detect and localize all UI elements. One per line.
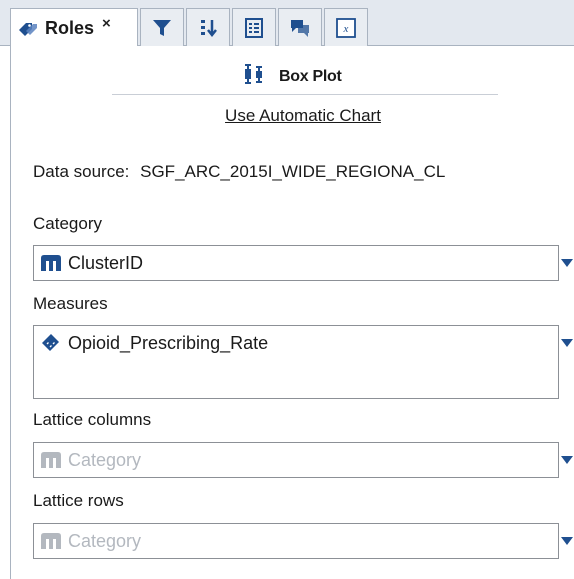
measure-data-item-icon xyxy=(40,333,62,358)
comments-icon xyxy=(289,17,311,39)
properties-icon xyxy=(244,17,264,39)
tab-ranks[interactable] xyxy=(186,8,230,46)
formula-icon: x xyxy=(335,17,357,39)
lattice-rows-placeholder: Category xyxy=(68,531,142,551)
category-dropdown-arrow[interactable] xyxy=(561,258,573,268)
divider xyxy=(112,94,498,95)
category-value: ClusterID xyxy=(68,253,144,273)
lattice-rows-label: Lattice rows xyxy=(33,491,124,510)
lattice-columns-drop-zone[interactable]: Category xyxy=(33,442,559,478)
filter-icon xyxy=(151,17,173,39)
measures-label: Measures xyxy=(33,294,108,313)
category-placeholder-icon xyxy=(40,450,62,474)
tab-bar: Roles × x xyxy=(0,0,574,47)
chart-type-header: Box Plot xyxy=(243,64,342,89)
chart-type-label: Box Plot xyxy=(279,67,342,85)
rank-icon xyxy=(197,17,219,39)
lattice-columns-dropdown-arrow[interactable] xyxy=(561,455,573,465)
tab-display-rules[interactable]: x xyxy=(324,8,368,46)
measures-dropdown-arrow[interactable] xyxy=(561,338,573,348)
measures-drop-zone[interactable]: Opioid_Prescribing_Rate xyxy=(33,325,559,399)
category-placeholder-icon xyxy=(40,531,62,555)
measures-value: Opioid_Prescribing_Rate xyxy=(68,333,269,353)
lattice-rows-dropdown-arrow[interactable] xyxy=(561,536,573,546)
data-source-label: Data source: xyxy=(33,162,130,181)
box-plot-icon xyxy=(243,64,265,89)
category-drop-zone[interactable]: ClusterID xyxy=(33,245,559,281)
roles-icon xyxy=(17,18,39,38)
use-automatic-chart-link[interactable]: Use Automatic Chart xyxy=(113,106,493,126)
category-data-item-icon xyxy=(40,253,62,277)
lattice-rows-drop-zone[interactable]: Category xyxy=(33,523,559,559)
roles-panel: Box Plot Use Automatic Chart Data source… xyxy=(10,46,574,579)
close-icon[interactable]: × xyxy=(102,15,111,32)
tab-roles-label: Roles xyxy=(45,17,95,38)
category-label: Category xyxy=(33,214,102,233)
tab-roles[interactable]: Roles × xyxy=(10,8,138,47)
tab-properties[interactable] xyxy=(232,8,276,46)
lattice-columns-label: Lattice columns xyxy=(33,410,152,429)
data-source-value: SGF_ARC_2015I_WIDE_REGIONA_CL xyxy=(140,162,446,181)
lattice-columns-placeholder: Category xyxy=(68,450,142,470)
data-source-text: Data source: SGF_ARC_2015I_WIDE_REGIONA_… xyxy=(33,162,445,182)
tab-filters[interactable] xyxy=(140,8,184,46)
svg-text:x: x xyxy=(343,23,349,35)
tab-comments[interactable] xyxy=(278,8,322,46)
